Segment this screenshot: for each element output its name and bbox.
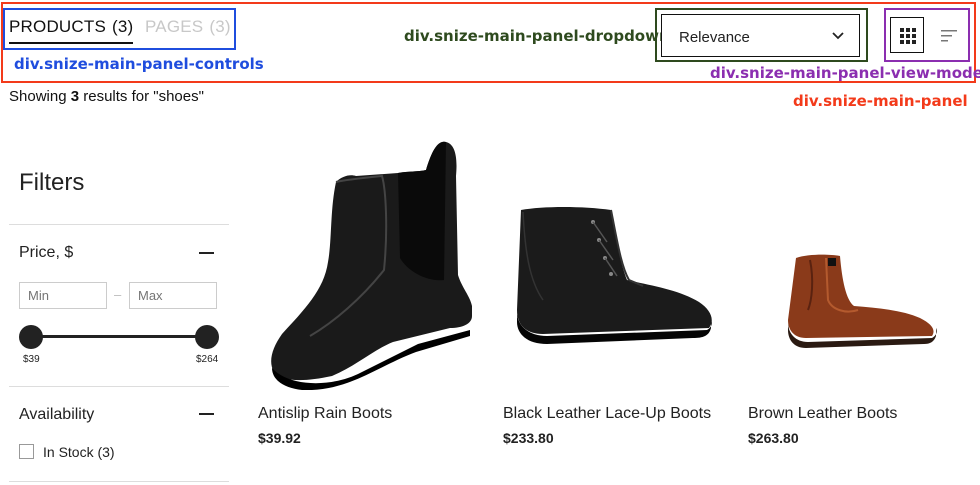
product-price: $39.92 xyxy=(258,430,301,446)
in-stock-checkbox[interactable] xyxy=(19,444,34,459)
grid-icon xyxy=(900,28,916,44)
chevron-down-icon xyxy=(832,32,844,40)
product-price: $263.80 xyxy=(748,430,799,446)
collapse-icon[interactable] xyxy=(199,252,214,254)
filters-title: Filters xyxy=(19,169,85,196)
price-range-max-label: $264 xyxy=(196,354,219,365)
sort-dropdown-value: Relevance xyxy=(679,29,750,46)
price-slider-max-handle[interactable] xyxy=(195,325,219,349)
filters-divider xyxy=(9,481,229,482)
product-name[interactable]: Antislip Rain Boots xyxy=(258,405,392,423)
view-mode-annotation-label: div.snize-main-panel-view-mode xyxy=(710,64,980,82)
price-slider-track[interactable] xyxy=(31,335,207,338)
dropdown-annotation-label: div.snize-main-panel-dropdown xyxy=(404,27,670,45)
list-icon xyxy=(941,30,957,42)
results-summary: Showing 3 results for "shoes" xyxy=(9,88,204,105)
grid-view-button[interactable] xyxy=(890,17,924,53)
product-price: $233.80 xyxy=(503,430,554,446)
results-suffix: results for "shoes" xyxy=(83,88,204,105)
black-chelsea-boot-image[interactable] xyxy=(258,130,483,390)
results-count: 3 xyxy=(70,88,80,105)
product-name[interactable]: Black Leather Lace-Up Boots xyxy=(503,405,711,423)
in-stock-label[interactable]: In Stock (3) xyxy=(43,444,115,460)
price-slider-min-handle[interactable] xyxy=(19,325,43,349)
sort-dropdown[interactable]: Relevance xyxy=(661,14,860,57)
availability-filter-title[interactable]: Availability xyxy=(19,406,94,424)
product-name[interactable]: Brown Leather Boots xyxy=(748,405,897,423)
filters-divider xyxy=(9,386,229,387)
tab-products-label: PRODUCTS xyxy=(9,17,106,36)
tab-products[interactable]: PRODUCTS (3) xyxy=(9,17,134,44)
tab-pages-count: (3) xyxy=(209,17,231,36)
price-filter-title[interactable]: Price, $ xyxy=(19,244,73,262)
controls-annotation-label: div.snize-main-panel-controls xyxy=(14,55,264,73)
brown-leather-boot-image[interactable] xyxy=(748,130,973,390)
results-prefix: Showing xyxy=(9,88,67,105)
tab-products-count: (3) xyxy=(112,17,134,36)
collapse-icon[interactable] xyxy=(199,413,214,415)
price-max-input[interactable] xyxy=(129,282,217,309)
black-lace-up-boot-image[interactable] xyxy=(503,130,728,390)
main-panel-annotation-label: div.snize-main-panel xyxy=(793,92,968,110)
price-separator: – xyxy=(114,287,122,302)
tab-pages-label: PAGES xyxy=(145,17,204,36)
tab-pages[interactable]: PAGES (3) xyxy=(145,17,231,37)
list-view-button[interactable] xyxy=(937,27,961,45)
price-min-input[interactable] xyxy=(19,282,107,309)
price-range-min-label: $39 xyxy=(23,354,40,365)
filters-divider xyxy=(9,224,229,225)
